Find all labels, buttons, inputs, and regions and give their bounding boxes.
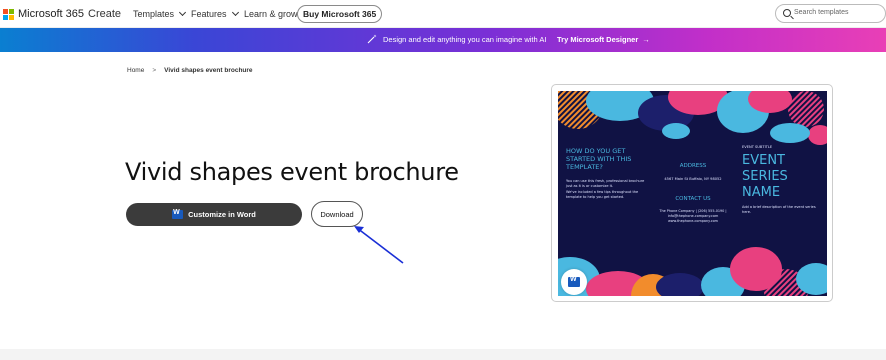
brochure-event-name-2: SERIES [742,169,788,184]
page-title: Vivid shapes event brochure [125,158,459,186]
brochure-address: 4567 Main St Buffalo, NY 98052 [664,177,722,181]
open-in-word-button[interactable] [561,269,587,295]
nav-templates[interactable]: Templates [133,8,187,19]
try-designer-label: Try Microsoft Designer [557,35,639,44]
breadcrumb-home[interactable]: Home [127,67,144,74]
nav-features-label: Features [191,9,227,19]
nav-templates-label: Templates [133,9,175,19]
brochure-event-name-3: NAME [742,185,781,200]
banner-text: Design and edit anything you can imagine… [383,35,547,44]
magic-wand-icon [367,34,377,44]
customize-in-word-button[interactable]: Customize in Word [126,203,302,226]
brochure-address-heading: ADDRESS [679,163,707,169]
nav-create[interactable]: Create [88,8,121,20]
template-preview-card[interactable]: HOW DO YOU GET STARTED WITH THIS TEMPLAT… [551,84,833,302]
brochure-contact-3: www.thephone-company.com [668,219,718,223]
brochure-subtitle: EVENT SUBTITLE [742,145,773,149]
search-icon [783,9,791,17]
brochure-event-name-1: EVENT [742,153,785,168]
search-input[interactable]: Search templates [775,4,886,23]
breadcrumb-current: Vivid shapes event brochure [164,67,253,74]
brochure-description: Add a brief description of the event ser… [742,205,816,214]
promo-banner: Design and edit anything you can imagine… [0,28,886,52]
search-placeholder: Search templates [794,9,849,16]
brochure-contact-1: The Phone Company | (206) 555-0190 | [659,209,727,213]
brochure-intro-1: You can use this fresh, professional bro… [566,179,645,188]
brochure-intro-2: We've included a few tips throughout the… [566,190,639,199]
brochure-preview: HOW DO YOU GET STARTED WITH THIS TEMPLAT… [558,91,827,296]
chevron-right-icon: > [152,67,157,74]
brochure-contact-heading: CONTACT US [675,196,711,202]
arrow-right-icon: → [642,35,650,44]
word-icon [172,209,184,219]
top-navigation-bar: Microsoft 365 Create Templates Features … [0,0,886,28]
brochure-question: HOW DO YOU GET STARTED WITH THIS TEMPLAT… [566,147,632,171]
nav-features[interactable]: Features [191,8,239,19]
brochure-contact-2: info@thephone-company.com [667,214,719,218]
word-icon [568,276,580,287]
try-designer-link[interactable]: Try Microsoft Designer → [557,35,650,44]
breadcrumb: Home > Vivid shapes event brochure [127,67,253,74]
brand-name[interactable]: Microsoft 365 [18,8,84,20]
nav-learn-grow[interactable]: Learn & grow [244,9,298,19]
chevron-down-icon [231,8,239,17]
chevron-down-icon [178,8,187,17]
buy-microsoft-365-button[interactable]: Buy Microsoft 365 [297,5,383,23]
annotation-arrow-icon [354,226,404,264]
microsoft-logo-icon[interactable] [3,9,14,20]
footer-strip [0,349,886,360]
customize-in-word-label: Customize in Word [188,210,256,219]
